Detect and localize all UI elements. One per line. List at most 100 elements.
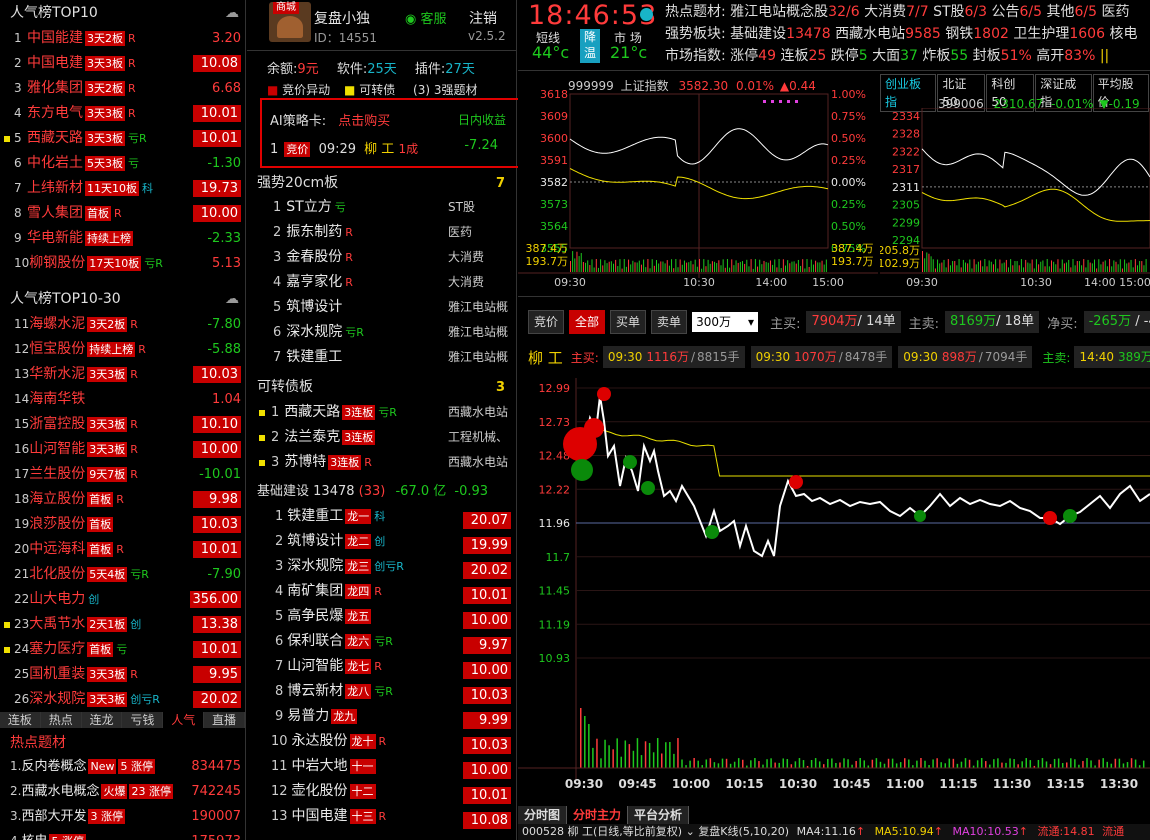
list-item[interactable]: 5 西藏天路 3天3板 亏R 10.01	[0, 126, 245, 151]
list-item[interactable]: 6 中化岩土 5天3板亏 -1.30	[0, 151, 245, 176]
hot-topic-item[interactable]: 4.核电5 涨停175973	[0, 829, 245, 840]
logout-button[interactable]: 注销	[469, 8, 497, 28]
tab-5[interactable]: 直播	[204, 712, 245, 728]
list-item[interactable]: 25国机重装 3天3板 R 9.95	[0, 662, 245, 687]
intraday-chart[interactable]: 12.9912.7312.4812.2211.9611.711.4511.191…	[518, 376, 1150, 802]
hot-topic-link[interactable]: 雅江电站概念股	[730, 4, 828, 20]
list-item[interactable]: 19浪莎股份 首板 10.03	[0, 512, 245, 537]
list-item[interactable]: 2 振东制药 R 医药	[247, 220, 517, 245]
list-item[interactable]: 13华新水泥 3天3板 R 10.03	[0, 362, 245, 387]
list-item[interactable]: 11 中岩大地 十一 10.00	[247, 754, 517, 779]
list-item[interactable]: 16山河智能 3天3板 R 10.00	[0, 437, 245, 462]
list-item[interactable]: 22山大电力创 356.00	[0, 587, 245, 612]
list-item[interactable]: 1 ST立方亏 ST股	[247, 195, 517, 220]
tab-4[interactable]: 人气	[163, 712, 205, 728]
vol-bar	[945, 267, 947, 272]
list-item[interactable]: 1 西藏天路 3连板 亏R 西藏水电站	[247, 400, 517, 425]
list-item[interactable]: 21北化股份 5天4板 亏R -7.90	[0, 562, 245, 587]
list-item[interactable]: 13 中国电建 十三 R 10.08	[247, 804, 517, 829]
list-item[interactable]: 10 永达股份 龙十 R 10.03	[247, 729, 517, 754]
list-item[interactable]: 14海南华铁 1.04	[0, 387, 245, 412]
bottom-tab-1[interactable]: 分时主力	[567, 806, 629, 824]
sh-index-chart[interactable]: 3618 1.00% 3609 0.75% 3600 0.50% 3591 0.25% 3582…	[518, 88, 878, 288]
list-item[interactable]: 18海立股份 首板 R 9.98	[0, 487, 245, 512]
list-item[interactable]: 20中远海科 首板 R 10.01	[0, 537, 245, 562]
vol-bar	[1121, 268, 1123, 272]
option-strong-topic[interactable]: (3) 3强题材	[413, 83, 477, 97]
list-item[interactable]: 5 筑博设计 雅江电站概	[247, 295, 517, 320]
filter-button-3[interactable]: 卖单	[651, 310, 688, 334]
list-item[interactable]: 12 壶化股份 十二 10.01	[247, 779, 517, 804]
trade-item[interactable]: 09:30 1116万/8815手	[602, 346, 745, 368]
hot-topic-item[interactable]: 3.西部大开发 3 涨停 190007	[0, 804, 245, 829]
vol-bar	[1082, 760, 1084, 768]
list-item[interactable]: 2 筑博设计 龙二创 19.99	[247, 529, 517, 554]
hot-topic-item[interactable]: 2.西藏水电概念 火爆 23 涨停 742245	[0, 779, 245, 804]
vol-bar	[1005, 762, 1007, 768]
trade-item[interactable]: 09:30 1070万/8478手	[750, 346, 893, 368]
amount-select[interactable]: 300万 ▾	[692, 312, 759, 332]
avatar[interactable]: 商城	[269, 2, 311, 42]
list-item[interactable]: 4 南矿集团 龙四 R 10.01	[247, 579, 517, 604]
list-item[interactable]: 17兰生股份 9天7板 R -10.01	[0, 462, 245, 487]
list-item[interactable]: 1 中国能建 3天2板 R 3.20	[0, 26, 245, 51]
list-item[interactable]: 24塞力医疗 首板亏 10.01	[0, 637, 245, 662]
list-item[interactable]: 6 深水规院 亏R 雅江电站概	[247, 320, 517, 345]
filter-button-1[interactable]: 全部	[569, 310, 606, 334]
list-item[interactable]: 3 雅化集团 3天2板 R 6.68	[0, 76, 245, 101]
list-item[interactable]: 26深水规院 3天3板 创亏R 20.02	[0, 687, 245, 712]
option-auction[interactable]: 竞价异动	[282, 83, 330, 97]
list-item[interactable]: 10柳钢股份 17天10板 亏R 5.13	[0, 251, 245, 276]
tab-3[interactable]: 亏钱	[122, 712, 164, 728]
option-cb[interactable]: 可转债	[359, 83, 395, 97]
list-item[interactable]: 9 易普力 龙九 9.99	[247, 704, 517, 729]
vol-bar	[941, 262, 943, 272]
list-item[interactable]: 3 苏博特 3连板 R 西藏水电站	[247, 450, 517, 475]
vol-bar	[787, 260, 789, 272]
filter-button-2[interactable]: 买单	[610, 310, 647, 334]
trade-item[interactable]: 14:40389万/335	[1074, 346, 1150, 368]
service-button[interactable]: ◉ 客服	[405, 8, 447, 27]
list-item[interactable]: 8 博云新材 龙八 亏R 10.03	[247, 679, 517, 704]
ai-row[interactable]: 1 竞价 09:29 柳 工 1成	[270, 138, 418, 157]
list-item[interactable]: 4 东方电气 3天3板 R 10.01	[0, 101, 245, 126]
chevron-down-icon[interactable]: ⌄	[686, 825, 695, 838]
cloud-icon[interactable]: ☁	[225, 286, 239, 312]
tab-2[interactable]: 连龙	[81, 712, 123, 728]
list-item[interactable]: 1 铁建重工 龙一科 20.07	[247, 504, 517, 529]
cy-index-chart[interactable]: 23342328232223172311230522992294205.8万10…	[880, 108, 1150, 288]
list-item[interactable]: 9 华电新能 持续上榜 -2.33	[0, 226, 245, 251]
bottom-tab-0[interactable]: 分时图	[518, 806, 568, 824]
list-item[interactable]: 23大禹节水 2天1板创 13.38	[0, 612, 245, 637]
list-item[interactable]: 4 嘉亨家化 R 大消费	[247, 270, 517, 295]
tab-0[interactable]: 连板	[0, 712, 41, 728]
tab-1[interactable]: 热点	[40, 712, 82, 728]
list-item[interactable]: 8 雪人集团 首板 R 10.00	[0, 201, 245, 226]
vol-bar	[940, 762, 942, 768]
trade-item[interactable]: 09:30 898万/7094手	[898, 346, 1033, 368]
list-item[interactable]: 2 法兰泰克 3连板 工程机械、	[247, 425, 517, 450]
list-item[interactable]: 12恒宝股份 持续上榜 R -5.88	[0, 337, 245, 362]
cloud-icon[interactable]: ☁	[225, 0, 239, 26]
list-item[interactable]: 2 中国电建 3天3板 R 10.08	[0, 51, 245, 76]
list-item[interactable]: 3 深水规院 龙三 创亏R 20.02	[247, 554, 517, 579]
list-item[interactable]: 3 金春股份 R 大消费	[247, 245, 517, 270]
vol-bar	[1063, 263, 1065, 272]
list-item[interactable]: 5 高争民爆 龙五 10.00	[247, 604, 517, 629]
list-item[interactable]: 7 上纬新材 11天10板科 19.73	[0, 176, 245, 201]
list-item[interactable]: 6 保利联合 龙六 亏R 9.97	[247, 629, 517, 654]
hot-topic-item[interactable]: 1.反内卷概念 New 5 涨停 834475	[0, 754, 245, 779]
index-tab-0[interactable]: 创业板指	[880, 74, 937, 112]
list-item[interactable]: 7 铁建重工 雅江电站概	[247, 345, 517, 370]
vol-bar	[1141, 261, 1143, 272]
filter-button-0[interactable]: 竞价	[528, 310, 565, 334]
bottom-tab-2[interactable]: 平台分析	[628, 806, 690, 824]
x-tick: 13:30	[1100, 777, 1138, 791]
vol-bar	[600, 758, 602, 768]
vol-bar	[718, 260, 720, 272]
list-item[interactable]: 11海螺水泥 3天2板 R -7.80	[0, 312, 245, 337]
list-item[interactable]: 7 山河智能 龙七 R 10.00	[247, 654, 517, 679]
list-item[interactable]: 15浙富控股 3天3板 R 10.10	[0, 412, 245, 437]
vol-bar	[608, 745, 610, 768]
ai-buy-link[interactable]: 点击购买	[338, 114, 390, 129]
